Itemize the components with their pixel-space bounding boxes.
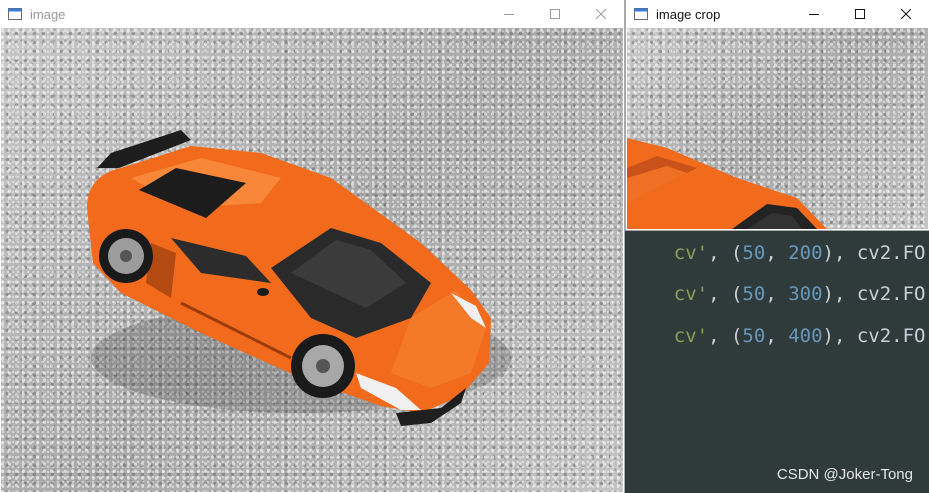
window-controls	[486, 0, 624, 28]
image-canvas[interactable]	[1, 28, 623, 492]
close-icon	[596, 9, 606, 19]
app-icon	[8, 8, 22, 20]
close-button[interactable]	[578, 0, 624, 28]
image-window[interactable]: image	[0, 0, 624, 493]
maximize-icon	[550, 9, 560, 19]
titlebar[interactable]: image	[0, 0, 624, 28]
minimize-icon	[504, 9, 514, 19]
cropped-car-image	[627, 138, 827, 229]
window-controls	[791, 0, 929, 28]
image-crop-window[interactable]: image crop	[626, 0, 929, 230]
close-button[interactable]	[883, 0, 929, 28]
window-title: image	[30, 6, 66, 22]
watermark: CSDN @Joker-Tong	[776, 466, 913, 483]
minimize-button[interactable]	[791, 0, 837, 28]
app-icon	[634, 8, 648, 20]
window-title: image crop	[656, 6, 721, 22]
code-line: cv', (50, 400), cv2.FO	[673, 325, 926, 347]
maximize-button[interactable]	[532, 0, 578, 28]
close-icon	[901, 9, 911, 19]
titlebar[interactable]: image crop	[626, 0, 929, 28]
toy-car-image	[87, 130, 511, 426]
minimize-icon	[809, 9, 819, 19]
minimize-button[interactable]	[486, 0, 532, 28]
maximize-icon	[855, 9, 865, 19]
maximize-button[interactable]	[837, 0, 883, 28]
crop-canvas[interactable]	[627, 28, 928, 229]
